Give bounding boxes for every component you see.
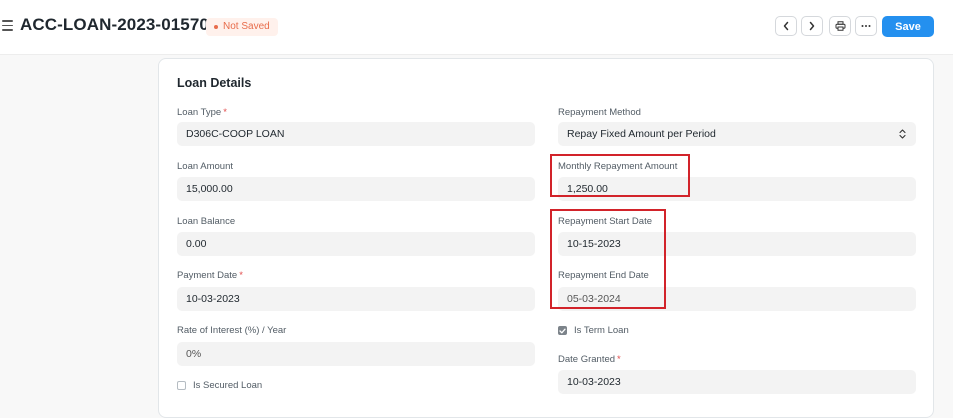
more-horizontal-icon — [861, 25, 871, 27]
previous-button[interactable] — [775, 16, 797, 36]
status-badge-label: Not Saved — [223, 21, 270, 32]
status-dot-icon — [214, 25, 218, 29]
page-header: ACC-LOAN-2023-01570 Not Saved Save — [0, 0, 953, 55]
is-secured-loan-checkbox[interactable] — [177, 381, 186, 390]
more-button[interactable] — [855, 16, 877, 36]
checkmark-icon — [559, 328, 566, 333]
next-button[interactable] — [801, 16, 823, 36]
chevron-right-icon — [809, 21, 815, 31]
save-button[interactable]: Save — [882, 16, 934, 37]
chevron-left-icon — [783, 21, 789, 31]
date-granted-label: Date Granted * — [558, 354, 621, 365]
page-title: ACC-LOAN-2023-01570 — [20, 15, 209, 34]
payment-date-field[interactable]: 10-03-2023 — [177, 287, 535, 311]
section-title: Loan Details — [177, 76, 252, 90]
repayment-method-select[interactable]: Repay Fixed Amount per Period — [558, 122, 916, 146]
is-term-loan-checkbox[interactable] — [558, 326, 567, 335]
highlight-box-repayment-dates — [550, 209, 666, 309]
is-secured-loan-label: Is Secured Loan — [193, 380, 263, 391]
select-arrows-icon — [899, 129, 906, 139]
repayment-method-value: Repay Fixed Amount per Period — [567, 128, 716, 140]
payment-date-label: Payment Date * — [177, 270, 243, 281]
loan-amount-field[interactable]: 15,000.00 — [177, 177, 535, 201]
repayment-method-label: Repayment Method — [558, 107, 641, 118]
loan-balance-field[interactable]: 0.00 — [177, 232, 535, 256]
loan-balance-label: Loan Balance — [177, 216, 236, 227]
loan-type-label: Loan Type * — [177, 107, 227, 118]
is-term-loan-label: Is Term Loan — [574, 325, 629, 336]
print-button[interactable] — [829, 16, 851, 36]
hamburger-icon[interactable] — [2, 20, 13, 31]
rate-of-interest-label: Rate of Interest (%) / Year — [177, 325, 287, 336]
highlight-box-monthly-repayment — [550, 154, 690, 197]
loan-amount-label: Loan Amount — [177, 161, 233, 172]
rate-of-interest-field[interactable]: 0% — [177, 342, 535, 366]
loan-type-field[interactable]: D306C-COOP LOAN — [177, 122, 535, 146]
date-granted-field[interactable]: 10-03-2023 — [558, 370, 916, 394]
status-badge: Not Saved — [206, 18, 278, 36]
printer-icon — [835, 21, 845, 31]
